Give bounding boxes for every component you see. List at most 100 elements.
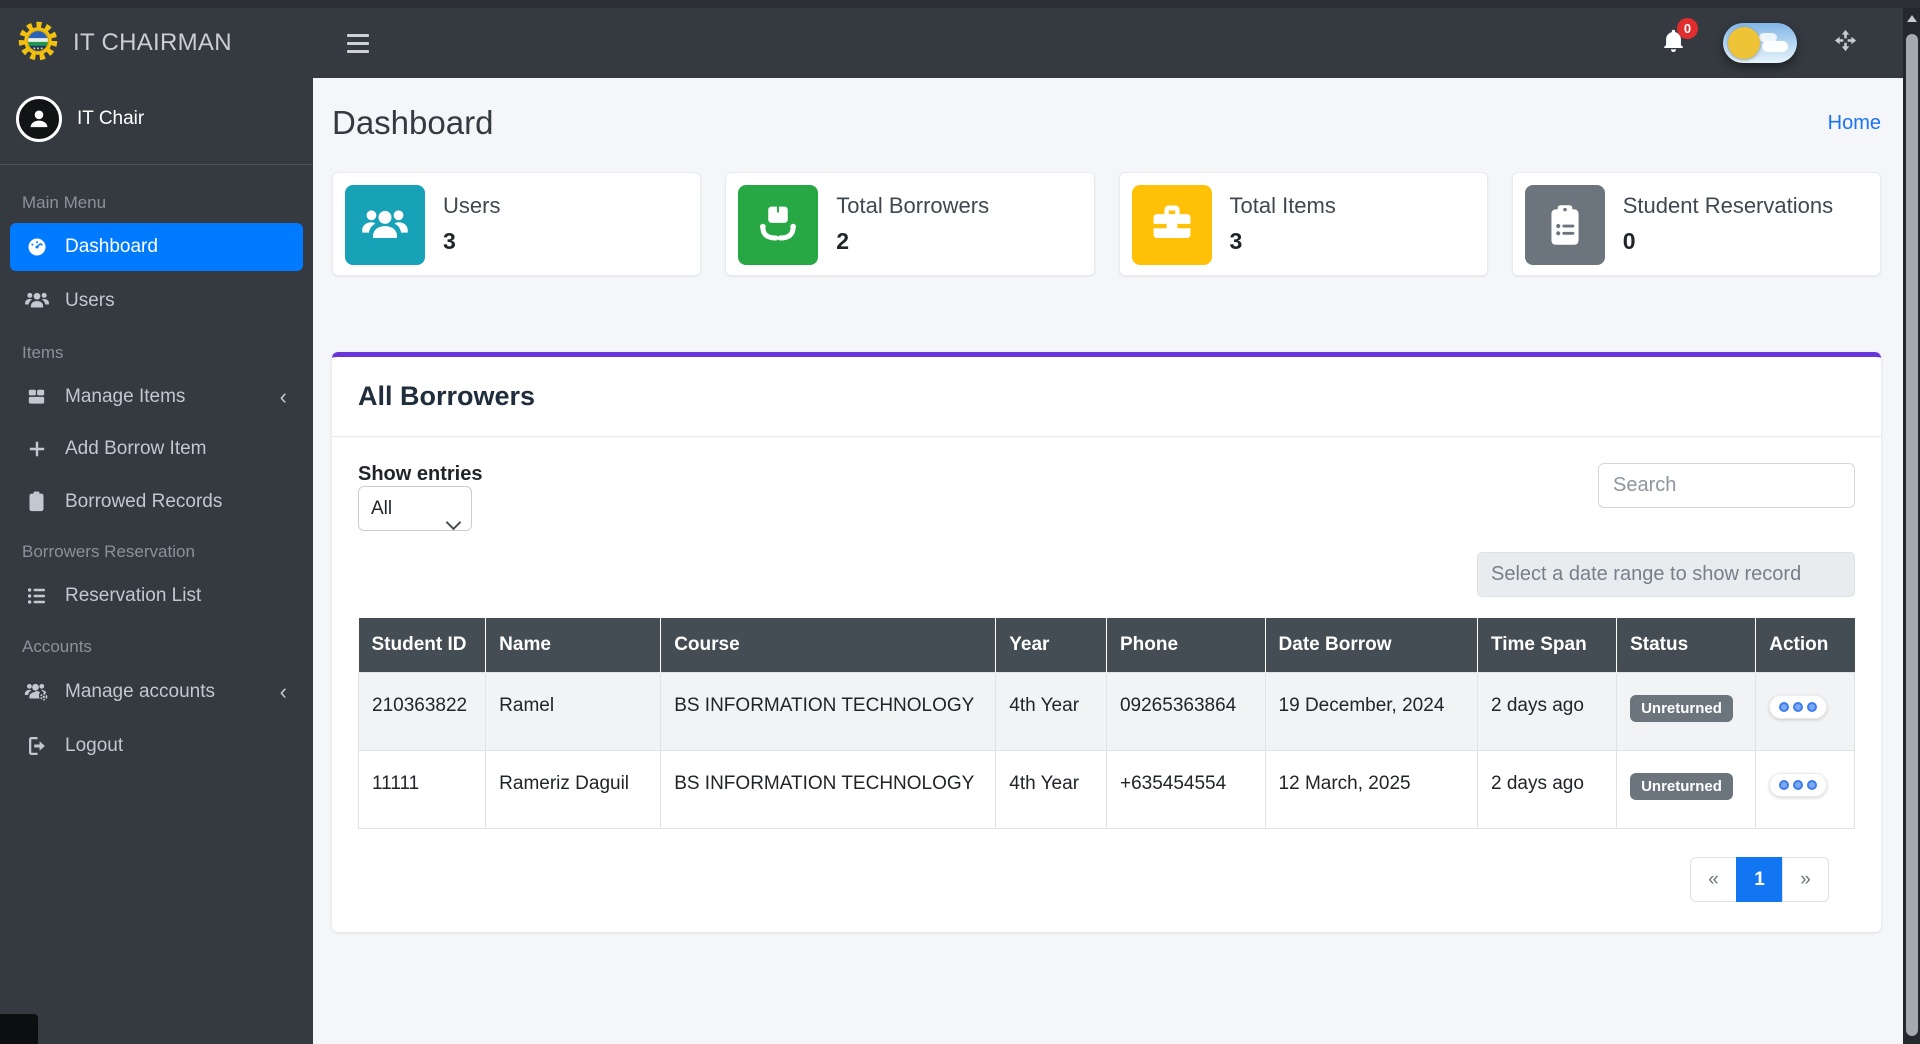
sidebar-item-label: Users bbox=[65, 290, 115, 311]
date-range-input[interactable] bbox=[1477, 552, 1855, 597]
pagination: « 1 » bbox=[358, 857, 1829, 902]
brand[interactable]: IT CHAIRMAN bbox=[0, 8, 313, 78]
ellipsis-dot bbox=[1779, 702, 1790, 712]
stat-label: Total Items bbox=[1229, 193, 1336, 218]
sidebar: IT CHAIRMAN IT Chair Main Menu Dashboard… bbox=[0, 8, 313, 1044]
clipboard-list-icon bbox=[1524, 185, 1605, 265]
notification-badge: 0 bbox=[1677, 18, 1698, 39]
scroll-up-arrow-icon[interactable] bbox=[1903, 8, 1920, 30]
users-icon bbox=[345, 185, 425, 265]
sidebar-item-dashboard[interactable]: Dashboard bbox=[10, 223, 303, 271]
sidebar-item-label: Dashboard bbox=[65, 236, 158, 257]
sidebar-item-label: Manage accounts bbox=[65, 681, 215, 702]
sidebar-item-borrowed-records[interactable]: Borrowed Records bbox=[10, 478, 303, 525]
page-title: Dashboard bbox=[332, 104, 494, 141]
plus-icon bbox=[23, 437, 50, 461]
col-student-id: Student ID bbox=[358, 618, 487, 673]
ellipsis-dot bbox=[1793, 780, 1804, 790]
table-row: 11111 Rameriz Daguil BS INFORMATION TECH… bbox=[357, 750, 1855, 829]
logout-icon bbox=[23, 734, 50, 758]
breadcrumb-home-link[interactable]: Home bbox=[1828, 112, 1881, 135]
stat-value: 3 bbox=[1229, 228, 1243, 254]
sidebar-item-manage-accounts[interactable]: Manage accounts ‹ bbox=[10, 667, 303, 717]
content-area: Dashboard Home Users 3 Total Borrowers 2… bbox=[313, 78, 1920, 1044]
entries-select-wrap: All bbox=[358, 486, 472, 531]
stat-value: 3 bbox=[443, 228, 456, 254]
top-navbar: 0 bbox=[313, 8, 1920, 78]
user-name: IT Chair bbox=[77, 108, 145, 129]
cell-course: BS INFORMATION TECHNOLOGY bbox=[660, 750, 997, 829]
pagination-page-1[interactable]: 1 bbox=[1736, 857, 1783, 902]
sidebar-item-label: Logout bbox=[65, 735, 124, 756]
cloud-shape bbox=[1762, 41, 1788, 52]
sidebar-item-reservation-list[interactable]: Reservation List bbox=[10, 572, 303, 620]
sun-knob bbox=[1728, 27, 1760, 59]
sidebar-section-main-menu: Main Menu bbox=[22, 193, 107, 212]
ellipsis-dot bbox=[1779, 780, 1790, 790]
users-gear-icon bbox=[23, 679, 50, 705]
row-actions-button[interactable] bbox=[1769, 773, 1828, 797]
vertical-scrollbar[interactable] bbox=[1903, 8, 1920, 1044]
ellipsis-dot bbox=[1807, 702, 1818, 712]
table-row: 210363822 Ramel BS INFORMATION TECHNOLOG… bbox=[357, 672, 1855, 751]
cell-date-borrow: 12 March, 2025 bbox=[1264, 750, 1478, 829]
fullscreen-button[interactable] bbox=[1833, 28, 1858, 58]
stat-card-total-borrowers: Total Borrowers 2 bbox=[725, 172, 1095, 276]
col-status: Status bbox=[1616, 618, 1757, 673]
table-header-row: Student ID Name Course Year Phone Date B… bbox=[358, 618, 1855, 673]
day-night-toggle[interactable] bbox=[1723, 23, 1797, 63]
sidebar-nav: Main Menu Dashboard Users Items Manage I… bbox=[0, 165, 313, 770]
sidebar-item-manage-items[interactable]: Manage Items ‹ bbox=[10, 373, 303, 420]
screen-corner-artifact bbox=[0, 1014, 38, 1044]
cloud-shape bbox=[1759, 33, 1777, 42]
search-input[interactable] bbox=[1598, 463, 1855, 508]
cell-time-span: 2 days ago bbox=[1476, 672, 1618, 751]
ellipsis-dot bbox=[1793, 702, 1804, 712]
toolbox-icon bbox=[1131, 185, 1212, 265]
row-actions-button[interactable] bbox=[1769, 695, 1828, 719]
users-icon bbox=[23, 288, 50, 314]
avatar bbox=[16, 96, 62, 142]
cell-name: Ramel bbox=[485, 672, 662, 751]
hamburger-icon[interactable] bbox=[347, 33, 369, 53]
cell-student-id: 210363822 bbox=[357, 672, 487, 751]
col-time-span: Time Span bbox=[1477, 618, 1618, 673]
status-badge: Unreturned bbox=[1630, 695, 1733, 722]
expand-icon bbox=[1833, 28, 1858, 58]
window-top-strip bbox=[0, 0, 1920, 8]
cell-time-span: 2 days ago bbox=[1476, 750, 1618, 829]
stat-label: Total Borrowers bbox=[836, 193, 990, 218]
chevron-left-icon: ‹ bbox=[279, 383, 287, 409]
cell-phone: 09265363864 bbox=[1105, 672, 1266, 751]
cell-student-id: 11111 bbox=[357, 750, 487, 829]
stat-label: Student Reservations bbox=[1622, 193, 1834, 218]
cell-name: Rameriz Daguil bbox=[485, 750, 662, 829]
list-icon bbox=[23, 584, 50, 608]
col-phone: Phone bbox=[1106, 618, 1266, 673]
all-borrowers-card: All Borrowers Show entries All Search Se… bbox=[332, 352, 1881, 932]
pagination-next-button[interactable]: » bbox=[1782, 857, 1829, 902]
sidebar-item-label: Reservation List bbox=[65, 585, 202, 606]
all-borrowers-title: All Borrowers bbox=[358, 381, 536, 411]
clipboard-icon bbox=[23, 490, 50, 513]
university-seal-gear-logo bbox=[16, 19, 60, 68]
stat-card-total-items: Total Items 3 bbox=[1118, 172, 1488, 276]
sidebar-item-label: Add Borrow Item bbox=[65, 438, 207, 459]
col-action: Action bbox=[1755, 618, 1855, 673]
entries-select[interactable]: All bbox=[358, 486, 472, 531]
cell-phone: +635454554 bbox=[1105, 750, 1266, 829]
notifications-button[interactable]: 0 bbox=[1660, 18, 1698, 59]
sidebar-item-add-borrow-item[interactable]: Add Borrow Item bbox=[10, 425, 303, 473]
sidebar-section-items: Items bbox=[22, 343, 64, 362]
sidebar-item-label: Manage Items bbox=[65, 385, 186, 407]
box-icon bbox=[23, 385, 50, 408]
scrollbar-thumb[interactable] bbox=[1906, 34, 1918, 1036]
col-date-borrow: Date Borrow bbox=[1265, 618, 1478, 673]
sidebar-item-logout[interactable]: Logout bbox=[10, 722, 303, 770]
col-course: Course bbox=[660, 618, 997, 673]
user-panel[interactable]: IT Chair bbox=[0, 78, 313, 165]
brand-title: IT CHAIRMAN bbox=[73, 29, 232, 56]
sidebar-item-users[interactable]: Users bbox=[10, 276, 303, 326]
show-entries-label: Show entries bbox=[358, 463, 483, 485]
pagination-prev-button[interactable]: « bbox=[1690, 857, 1737, 902]
